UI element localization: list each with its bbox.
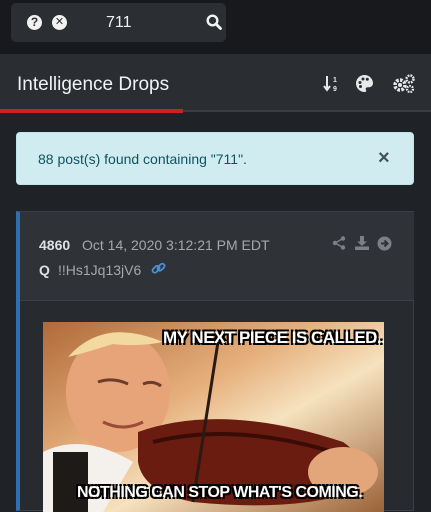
meme-top-text: MY NEXT PIECE IS CALLED...	[163, 328, 384, 347]
post-card: 4860 Oct 14, 2020 3:12:21 PM EDT Q !!Hs1…	[16, 211, 414, 512]
palette-icon[interactable]	[355, 74, 374, 93]
post-header: 4860 Oct 14, 2020 3:12:21 PM EDT Q !!Hs1…	[20, 212, 414, 301]
app-header: Intelligence Drops 1 9	[0, 54, 431, 112]
sort-numeric-icon[interactable]: 1 9	[323, 74, 341, 92]
alert-text: 88 post(s) found containing "711".	[38, 151, 247, 167]
post-date: Oct 14, 2020 3:12:21 PM EDT	[82, 237, 270, 253]
times-circle-icon[interactable]: ✕	[52, 15, 67, 30]
gears-icon[interactable]	[392, 74, 416, 94]
search-input[interactable]: 711	[106, 14, 132, 32]
post-author: Q	[39, 262, 50, 278]
divider	[183, 110, 431, 112]
question-circle-icon[interactable]: ?	[27, 15, 42, 30]
top-bar: ? ✕ 711	[0, 0, 431, 54]
svg-text:1: 1	[333, 77, 337, 84]
active-tab-indicator	[0, 109, 183, 113]
post-number[interactable]: 4860	[39, 237, 70, 253]
search-results-alert: 88 post(s) found containing "711". ×	[16, 132, 414, 185]
arrow-right-circle-icon[interactable]	[377, 236, 392, 251]
link-icon[interactable]	[151, 261, 166, 276]
alert-close-button[interactable]: ×	[378, 147, 390, 170]
page-title: Intelligence Drops	[17, 74, 170, 95]
meme-bottom-text: NOTHING CAN STOP WHAT'S COMING.	[77, 484, 363, 501]
post-image[interactable]: MY NEXT PIECE IS CALLED... NOTHING CAN S…	[43, 322, 384, 512]
search-box[interactable]: ? ✕ 711	[11, 3, 226, 42]
svg-text:9: 9	[333, 86, 337, 92]
search-icon[interactable]	[206, 14, 222, 30]
share-icon[interactable]	[332, 236, 346, 250]
post-tripcode: !!Hs1Jq13jV6	[58, 262, 142, 278]
download-icon[interactable]	[355, 236, 369, 250]
